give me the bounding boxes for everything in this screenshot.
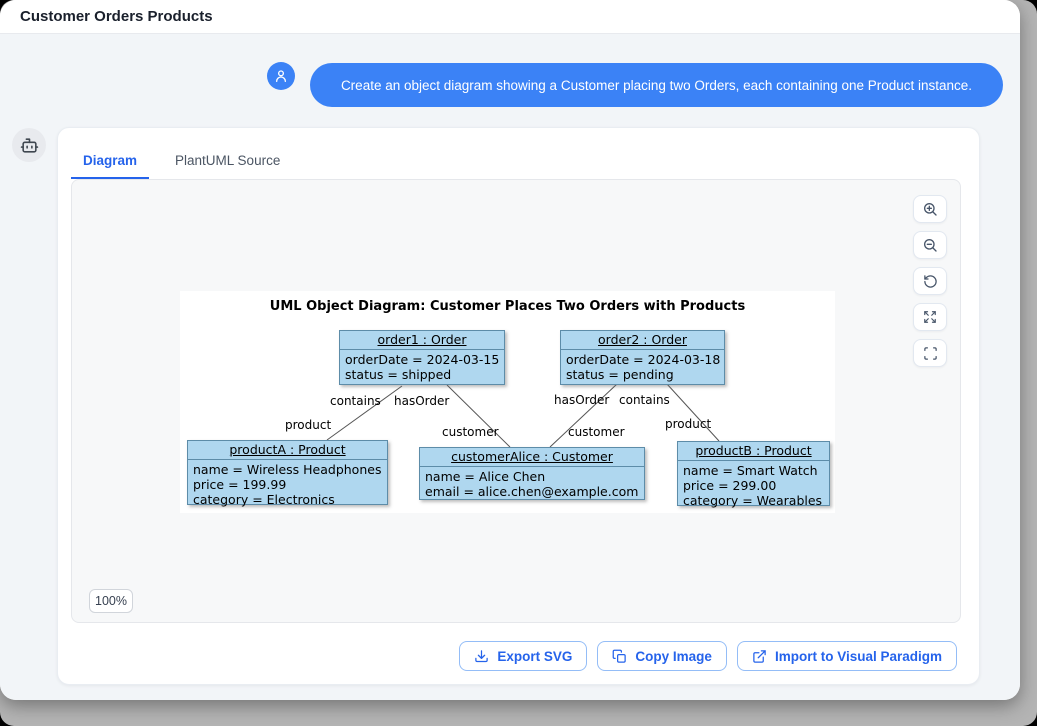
result-card: Diagram PlantUML Source UML Object Diagr… xyxy=(57,127,980,685)
fullscreen-button[interactable] xyxy=(913,339,947,367)
object-name: customerAlice : Customer xyxy=(420,448,644,467)
object-productB: productB : Product name = Smart Watch pr… xyxy=(677,441,830,506)
object-attribute: name = Smart Watch xyxy=(683,463,824,478)
object-order2: order2 : Order orderDate = 2024-03-18 st… xyxy=(560,330,725,385)
link-label: customer xyxy=(568,426,625,438)
import-to-visual-paradigm-button[interactable]: Import to Visual Paradigm xyxy=(737,641,957,671)
user-message-bubble: Create an object diagram showing a Custo… xyxy=(310,63,1003,107)
diagram-canvas: UML Object Diagram: Customer Places Two … xyxy=(71,179,961,623)
zoom-in-button[interactable] xyxy=(913,195,947,223)
tab-plantuml-source[interactable]: PlantUML Source xyxy=(163,144,292,179)
export-svg-button[interactable]: Export SVG xyxy=(459,641,587,671)
link-label: product xyxy=(665,418,711,430)
page-title: Customer Orders Products xyxy=(20,0,213,33)
zoom-toolbar xyxy=(913,195,947,367)
tab-bar: Diagram PlantUML Source xyxy=(71,144,292,179)
object-attribute: price = 199.99 xyxy=(193,477,382,492)
link-label: hasOrder xyxy=(554,394,609,406)
expand-icon xyxy=(923,310,937,324)
copy-image-button[interactable]: Copy Image xyxy=(597,641,727,671)
download-icon xyxy=(474,649,489,664)
export-svg-label: Export SVG xyxy=(497,649,572,664)
copy-image-label: Copy Image xyxy=(635,649,712,664)
tab-diagram[interactable]: Diagram xyxy=(71,144,149,179)
object-attribute: name = Alice Chen xyxy=(425,469,639,484)
object-name: productB : Product xyxy=(678,442,829,461)
zoom-in-icon xyxy=(922,201,938,217)
screen-backdrop: Customer Orders Products Create an objec… xyxy=(0,0,1037,726)
external-link-icon xyxy=(752,649,767,664)
object-customerAlice: customerAlice : Customer name = Alice Ch… xyxy=(419,447,645,500)
object-attribute: email = alice.chen@example.com xyxy=(425,484,639,499)
object-name: productA : Product xyxy=(188,441,387,460)
zoom-out-button[interactable] xyxy=(913,231,947,259)
object-attribute: price = 299.00 xyxy=(683,478,824,493)
object-attribute: status = shipped xyxy=(345,367,499,382)
expand-button[interactable] xyxy=(913,303,947,331)
object-attribute: status = pending xyxy=(566,367,719,382)
bot-avatar xyxy=(12,128,46,162)
object-attribute: category = Wearables xyxy=(683,493,824,508)
link-label: product xyxy=(285,419,331,431)
app-header: Customer Orders Products xyxy=(0,0,1020,34)
import-to-visual-paradigm-label: Import to Visual Paradigm xyxy=(775,649,942,664)
uml-object-diagram: UML Object Diagram: Customer Places Two … xyxy=(180,291,835,513)
object-attribute: category = Electronics xyxy=(193,492,382,507)
user-icon xyxy=(273,68,289,84)
reset-view-icon xyxy=(923,274,938,289)
link-label: hasOrder xyxy=(394,395,449,407)
zoom-level-badge: 100% xyxy=(89,589,133,613)
copy-icon xyxy=(612,649,627,664)
object-order1: order1 : Order orderDate = 2024-03-15 st… xyxy=(339,330,505,385)
link-label: customer xyxy=(442,426,499,438)
fullscreen-icon xyxy=(923,346,938,361)
user-avatar xyxy=(267,62,295,90)
zoom-out-icon xyxy=(922,237,938,253)
reset-view-button[interactable] xyxy=(913,267,947,295)
object-productA: productA : Product name = Wireless Headp… xyxy=(187,440,388,505)
object-attribute: orderDate = 2024-03-18 xyxy=(566,352,719,367)
footer-actions: Export SVG Copy Image Import to Visual P… xyxy=(58,641,957,671)
object-attribute: orderDate = 2024-03-15 xyxy=(345,352,499,367)
object-name: order1 : Order xyxy=(340,331,504,350)
link-label: contains xyxy=(619,394,670,406)
app-window: Customer Orders Products Create an objec… xyxy=(0,0,1020,700)
bot-icon xyxy=(20,136,39,155)
link-label: contains xyxy=(330,395,381,407)
object-attribute: name = Wireless Headphones xyxy=(193,462,382,477)
object-name: order2 : Order xyxy=(561,331,724,350)
